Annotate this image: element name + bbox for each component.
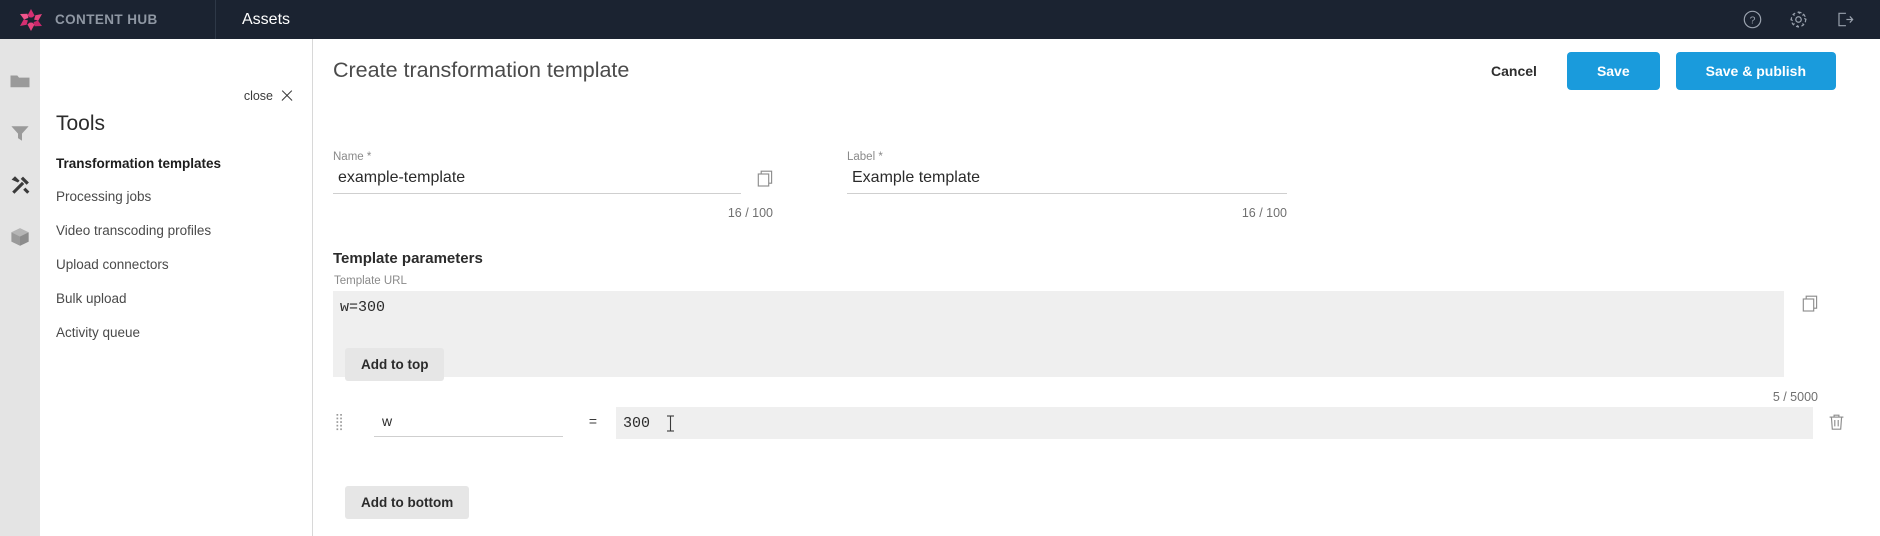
content-hub-logo-icon <box>20 8 42 31</box>
add-to-bottom-button[interactable]: Add to bottom <box>345 486 470 519</box>
parameter-equals-sign: = <box>588 415 598 431</box>
name-label-field-row: Name * 16 / 100 Label * 1 <box>333 151 1833 220</box>
template-url-char-counter: 5 / 5000 <box>1772 390 1818 404</box>
parameter-value-input[interactable] <box>616 407 1813 439</box>
folder-icon[interactable] <box>7 68 33 94</box>
help-icon[interactable]: ? <box>1742 10 1762 30</box>
brand-name: CONTENT HUB <box>55 12 158 27</box>
save-button[interactable]: Save <box>1566 51 1660 90</box>
filter-icon[interactable] <box>7 120 33 146</box>
topbar-actions: ? <box>1742 10 1880 30</box>
package-icon[interactable] <box>7 224 33 250</box>
tools-panel: close Tools Transformation templates Pro… <box>40 39 313 536</box>
label-field-label: Label * <box>847 151 883 163</box>
close-icon <box>280 89 294 103</box>
cancel-button[interactable]: Cancel <box>1477 55 1551 87</box>
sidebar-item-activity-queue[interactable]: Activity queue <box>56 316 296 350</box>
save-and-publish-button[interactable]: Save & publish <box>1675 51 1836 90</box>
name-field-label: Name * <box>333 151 372 163</box>
label-input[interactable] <box>847 167 1287 194</box>
tools-icon[interactable] <box>7 172 33 198</box>
close-label: close <box>243 89 273 103</box>
sidebar-item-transformation-templates[interactable]: Transformation templates <box>56 147 296 181</box>
sidebar-item-bulk-upload[interactable]: Bulk upload <box>56 282 296 316</box>
sidebar-item-processing-jobs[interactable]: Processing jobs <box>56 181 296 215</box>
sidebar-item-video-transcoding-profiles[interactable]: Video transcoding profiles <box>56 215 296 249</box>
form-body: Name * 16 / 100 Label * 1 <box>314 102 1880 536</box>
parameter-key-input[interactable] <box>374 409 563 437</box>
svg-text:?: ? <box>1749 14 1755 26</box>
template-parameters-heading: Template parameters <box>333 250 483 267</box>
tools-nav-list: Transformation templates Processing jobs… <box>56 147 296 350</box>
name-char-counter: 16 / 100 <box>727 206 773 220</box>
template-url-textarea[interactable] <box>333 291 1784 377</box>
template-url-block: Template URL 5 / 5000 <box>333 275 1818 404</box>
template-url-label: Template URL <box>334 275 407 287</box>
header-actions: Cancel Save Save & publish <box>1477 51 1880 90</box>
label-char-counter: 16 / 100 <box>1241 206 1287 220</box>
drag-handle-icon[interactable] <box>333 412 345 434</box>
add-to-top-button[interactable]: Add to top <box>345 348 445 381</box>
brand-area[interactable]: CONTENT HUB <box>0 0 216 39</box>
parameter-row: = <box>333 403 1844 443</box>
page-title: Create transformation template <box>333 58 630 82</box>
close-panel-button[interactable]: close <box>244 89 294 103</box>
name-field-group: Name * 16 / 100 <box>333 151 773 220</box>
app-title: Assets <box>242 10 291 28</box>
name-input[interactable] <box>333 167 741 194</box>
logout-icon[interactable] <box>1834 10 1854 30</box>
delete-parameter-button[interactable] <box>1828 413 1845 434</box>
tools-panel-title: Tools <box>56 112 106 135</box>
top-bar: CONTENT HUB Assets ? <box>0 0 1880 39</box>
label-field-group: Label * 16 / 100 <box>847 151 1287 220</box>
main-content: Create transformation template Cancel Sa… <box>314 39 1880 536</box>
left-icon-rail <box>0 39 40 536</box>
page-header: Create transformation template Cancel Sa… <box>314 39 1880 102</box>
copy-name-icon[interactable] <box>757 170 773 192</box>
settings-gear-icon[interactable] <box>1788 10 1808 30</box>
sidebar-item-upload-connectors[interactable]: Upload connectors <box>56 249 296 283</box>
copy-template-url-icon[interactable] <box>1802 295 1818 317</box>
